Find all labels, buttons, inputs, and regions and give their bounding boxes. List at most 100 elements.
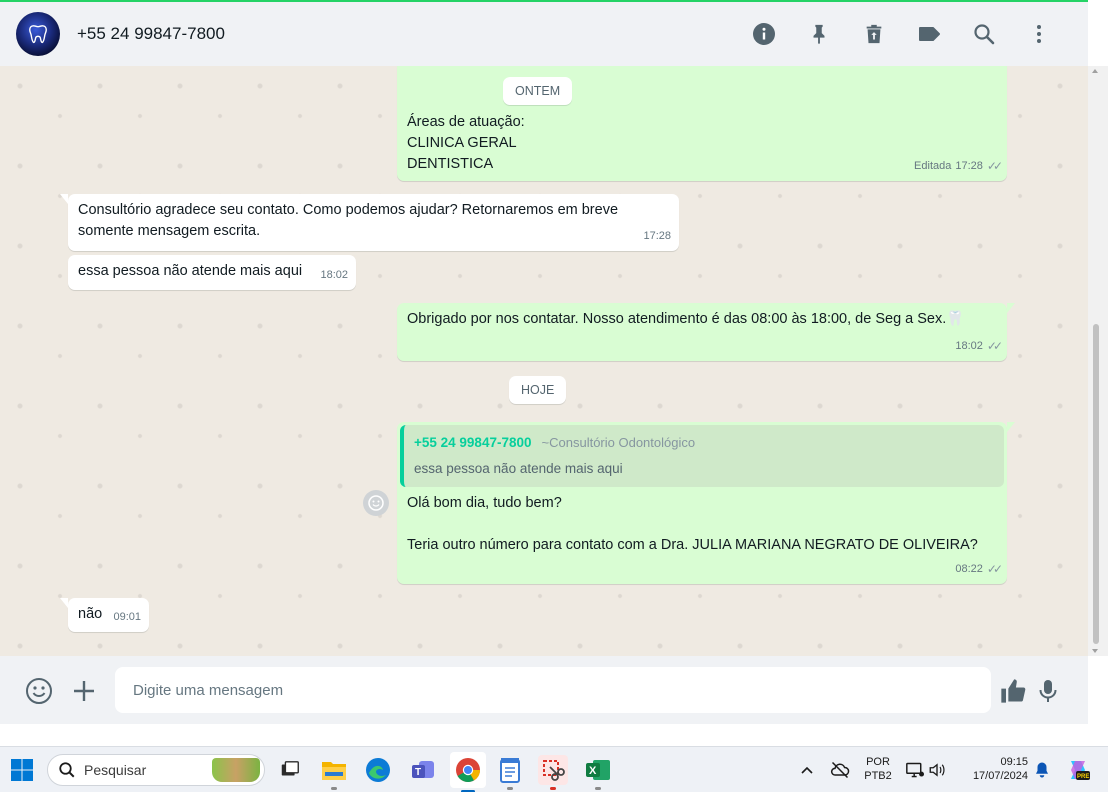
running-indicator	[595, 787, 601, 790]
read-ticks-icon: ✓✓	[986, 339, 1003, 353]
language-code: POR	[866, 756, 890, 768]
message-bubble-outgoing[interactable]: +55 24 99847-7800 ~Consultório Odontológ…	[397, 422, 1015, 584]
snipping-tool-icon[interactable]	[538, 755, 568, 790]
message-bubble-incoming[interactable]: não 09:01	[60, 598, 149, 632]
scroll-thumb[interactable]	[1093, 324, 1099, 644]
excel-icon[interactable]: X	[583, 755, 613, 790]
message-text: DENTISTICA	[407, 156, 494, 172]
search-icon	[59, 762, 75, 778]
notepad-icon[interactable]	[495, 755, 525, 790]
date-chip-yesterday: ONTEM	[503, 77, 573, 105]
contact-name[interactable]: +55 24 99847-7800	[77, 24, 225, 44]
taskbar-clock[interactable]: 09:15 17/07/2024	[958, 755, 1028, 783]
message-meta: 18:02 ✓✓	[955, 336, 1003, 357]
svg-text:T: T	[415, 767, 421, 778]
thumbs-up-icon[interactable]	[998, 676, 1028, 706]
message-time: 18:02	[955, 340, 983, 352]
smiley-icon	[368, 495, 384, 511]
message-bubble-outgoing[interactable]: Obrigado por nos contatar. Nosso atendim…	[397, 303, 1015, 361]
message-text: Olá bom dia, tudo bem?	[407, 495, 562, 511]
scroll-up-arrow-icon[interactable]	[1092, 69, 1098, 73]
quote-pushname: ~Consultório Odontológico	[541, 435, 696, 450]
microphone-icon[interactable]	[1033, 676, 1063, 706]
message-text: somente mensagem escrita.	[78, 223, 261, 239]
message-time: 17:28	[643, 230, 671, 242]
running-indicator	[507, 787, 513, 790]
running-indicator	[331, 787, 337, 790]
bubble-tail	[60, 194, 68, 204]
desktop-gap	[0, 724, 1108, 746]
search-highlight-illustration-icon	[212, 758, 260, 782]
message-meta: 08:22 ✓✓	[955, 559, 1003, 580]
message-text: CLINICA GERAL	[407, 135, 517, 151]
message-bubble-outgoing[interactable]: Áreas de atuação: CLINICA GERAL DENTISTI…	[397, 66, 1007, 181]
menu-icon[interactable]	[1011, 14, 1066, 54]
running-indicator	[550, 787, 556, 790]
message-meta: Editada 17:28 ✓✓	[914, 156, 1003, 177]
quoted-message[interactable]: +55 24 99847-7800 ~Consultório Odontológ…	[400, 425, 1004, 487]
message-text: essa pessoa não atende mais aqui	[78, 263, 303, 279]
search-label: Pesquisar	[84, 762, 147, 778]
chat-panel[interactable]: Áreas de atuação: CLINICA GERAL DENTISTI…	[0, 66, 1088, 656]
tooth-logo-icon	[29, 25, 47, 44]
keyboard-layout: PTB2	[864, 770, 892, 782]
edited-label: Editada	[914, 160, 952, 172]
copilot-badge: PRE	[1077, 774, 1089, 780]
message-time: 08:22	[955, 563, 983, 575]
message-composer	[0, 656, 1088, 724]
onedrive-offline-icon[interactable]	[825, 755, 855, 785]
message-text: Obrigado por nos contatar. Nosso atendim…	[407, 311, 965, 327]
message-text: Consultório agradece seu contato. Como p…	[78, 202, 619, 218]
copilot-icon[interactable]: PRE	[1063, 755, 1093, 785]
emoji-reaction-button[interactable]	[363, 490, 389, 516]
pin-icon[interactable]	[791, 14, 846, 54]
emoji-icon[interactable]	[24, 676, 54, 706]
quote-text: essa pessoa não atende mais aqui	[414, 461, 623, 476]
edge-browser-icon[interactable]	[363, 755, 393, 785]
message-input[interactable]	[115, 667, 991, 713]
message-bubble-incoming[interactable]: Consultório agradece seu contato. Como p…	[60, 194, 679, 251]
teams-icon[interactable]: T	[408, 755, 438, 785]
message-time: 09:01	[113, 611, 141, 623]
quote-sender: +55 24 99847-7800	[414, 435, 532, 450]
message-bubble-incoming[interactable]: essa pessoa não atende mais aqui 18:02	[68, 255, 356, 290]
taskbar-search[interactable]: Pesquisar	[47, 754, 265, 786]
clock-time: 09:15	[1000, 756, 1028, 768]
attach-plus-icon[interactable]	[69, 676, 99, 706]
message-meta: 18:02	[320, 265, 348, 286]
notifications-bell-icon[interactable]	[1027, 755, 1057, 785]
task-view-icon[interactable]	[275, 755, 305, 785]
show-hidden-icons-chevron-icon[interactable]	[792, 755, 822, 785]
info-icon[interactable]	[736, 14, 791, 54]
message-time: 17:28	[955, 160, 983, 172]
message-meta: 17:28	[643, 226, 671, 247]
contact-avatar[interactable]	[16, 12, 60, 56]
label-icon[interactable]	[901, 14, 956, 54]
start-windows-icon[interactable]	[7, 755, 37, 785]
delete-icon[interactable]	[846, 14, 901, 54]
date-chip-today: HOJE	[509, 376, 567, 404]
svg-text:X: X	[589, 765, 597, 777]
bubble-tail	[1007, 303, 1015, 313]
read-ticks-icon: ✓✓	[986, 562, 1003, 576]
message-text: Áreas de atuação:	[407, 114, 525, 130]
message-time: 18:02	[320, 269, 348, 281]
message-meta: 09:01	[113, 607, 141, 628]
clock-date: 17/07/2024	[972, 770, 1028, 782]
bubble-tail	[1007, 422, 1015, 432]
volume-icon[interactable]	[922, 755, 952, 785]
tooth-emoji: 🦷	[946, 311, 965, 327]
chat-header: +55 24 99847-7800	[0, 0, 1088, 66]
bubble-tail	[60, 598, 68, 608]
read-ticks-icon: ✓✓	[986, 159, 1003, 173]
scroll-down-arrow-icon[interactable]	[1092, 649, 1098, 653]
window-edge	[1088, 656, 1108, 724]
windows-taskbar: Pesquisar T X POR PTB2 09:15 17/07/2024 …	[0, 746, 1108, 792]
chat-scrollbar[interactable]	[1088, 66, 1108, 656]
chrome-icon[interactable]	[450, 752, 486, 792]
search-icon[interactable]	[956, 14, 1011, 54]
file-explorer-icon[interactable]	[319, 755, 349, 790]
input-language-indicator[interactable]: POR PTB2	[860, 755, 896, 783]
message-text: Teria outro número para contato com a Dr…	[407, 537, 978, 553]
window-edge	[1088, 0, 1108, 66]
